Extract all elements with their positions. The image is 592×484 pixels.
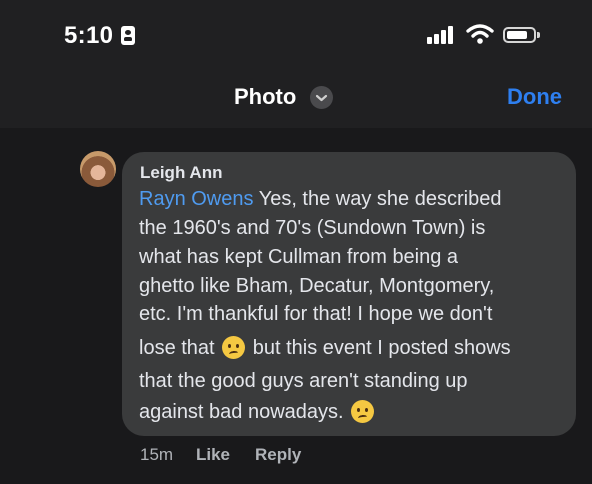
avatar[interactable] bbox=[80, 151, 116, 187]
comment-line-7: that the good guys aren't standing up bbox=[139, 370, 468, 392]
comment-text: Yes, the way she described bbox=[253, 188, 502, 210]
comment-line-3: what has kept Cullman from being a bbox=[139, 246, 459, 268]
comment-line-2: the 1960's and 70's (Sundown Town) is bbox=[139, 217, 486, 239]
reply-button[interactable]: Reply bbox=[255, 445, 301, 465]
status-bar: 5:10 bbox=[0, 0, 592, 70]
nav-title: Photo bbox=[234, 84, 297, 109]
done-button[interactable]: Done bbox=[507, 84, 562, 110]
id-card-icon bbox=[121, 26, 135, 45]
comment-line-6: lose that but this event I posted shows bbox=[139, 336, 511, 360]
comment-line-8: against bad nowadays. bbox=[139, 400, 376, 424]
comment-line-1: Rayn Owens Yes, the way she described bbox=[139, 187, 501, 211]
mention-link[interactable]: Rayn Owens bbox=[139, 188, 254, 210]
comment-line-4: ghetto like Bham, Decatur, Montgomery, bbox=[139, 275, 495, 297]
comment-author[interactable]: Leigh Ann bbox=[140, 163, 222, 183]
comment-line-5: etc. I'm thankful for that! I hope we do… bbox=[139, 303, 493, 325]
confused-face-emoji-icon bbox=[222, 336, 246, 359]
chevron-down-icon[interactable] bbox=[310, 86, 333, 109]
battery-level bbox=[507, 31, 527, 39]
comment-timestamp: 15m bbox=[140, 445, 174, 464]
battery-icon bbox=[503, 27, 536, 43]
comment-text: against bad nowadays. bbox=[139, 401, 344, 423]
like-button[interactable]: Like bbox=[196, 445, 230, 465]
comment-text: but this event I posted shows bbox=[252, 337, 511, 359]
battery-cap bbox=[537, 32, 540, 38]
cellular-signal-icon bbox=[427, 26, 455, 44]
status-time: 5:10 bbox=[64, 22, 114, 49]
wifi-icon bbox=[466, 24, 494, 44]
comment-text: lose that bbox=[139, 337, 215, 359]
confused-face-emoji-icon bbox=[351, 400, 375, 423]
nav-bar: Photo Done bbox=[0, 70, 592, 126]
